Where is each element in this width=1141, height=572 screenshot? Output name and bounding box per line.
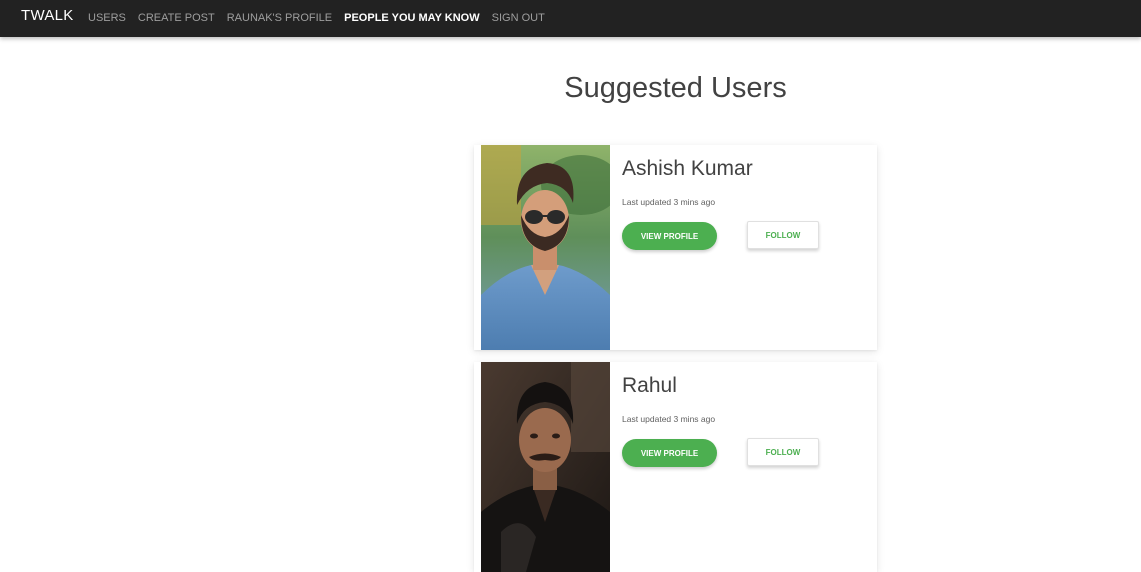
user-card: Rahul Last updated 3 mins ago VIEW PROFI… (474, 362, 877, 572)
view-profile-button[interactable]: VIEW PROFILE (622, 222, 717, 250)
nav-link-sign-out[interactable]: SIGN OUT (492, 12, 545, 24)
last-updated-text: Last updated 3 mins ago (622, 197, 716, 207)
follow-button[interactable]: FOLLOW (747, 221, 819, 249)
user-photo (481, 362, 610, 572)
top-navbar: TWALK USERS CREATE POST RAUNAK'S PROFILE… (0, 0, 1141, 37)
user-name: Ashish Kumar (622, 157, 753, 180)
nav-link-users[interactable]: USERS (88, 12, 126, 24)
last-updated-text: Last updated 3 mins ago (622, 414, 716, 424)
user-card: Ashish Kumar Last updated 3 mins ago VIE… (474, 145, 877, 350)
view-profile-button[interactable]: VIEW PROFILE (622, 439, 717, 467)
nav-link-profile[interactable]: RAUNAK'S PROFILE (227, 12, 332, 24)
brand-logo[interactable]: TWALK (21, 7, 74, 24)
user-name: Rahul (622, 374, 677, 397)
page-title: Suggested Users (564, 72, 787, 104)
nav-link-create-post[interactable]: CREATE POST (138, 12, 215, 24)
nav-links: USERS CREATE POST RAUNAK'S PROFILE PEOPL… (88, 8, 545, 26)
user-photo (481, 145, 610, 350)
nav-link-people-you-may-know[interactable]: PEOPLE YOU MAY KNOW (344, 12, 480, 24)
follow-button[interactable]: FOLLOW (747, 438, 819, 466)
